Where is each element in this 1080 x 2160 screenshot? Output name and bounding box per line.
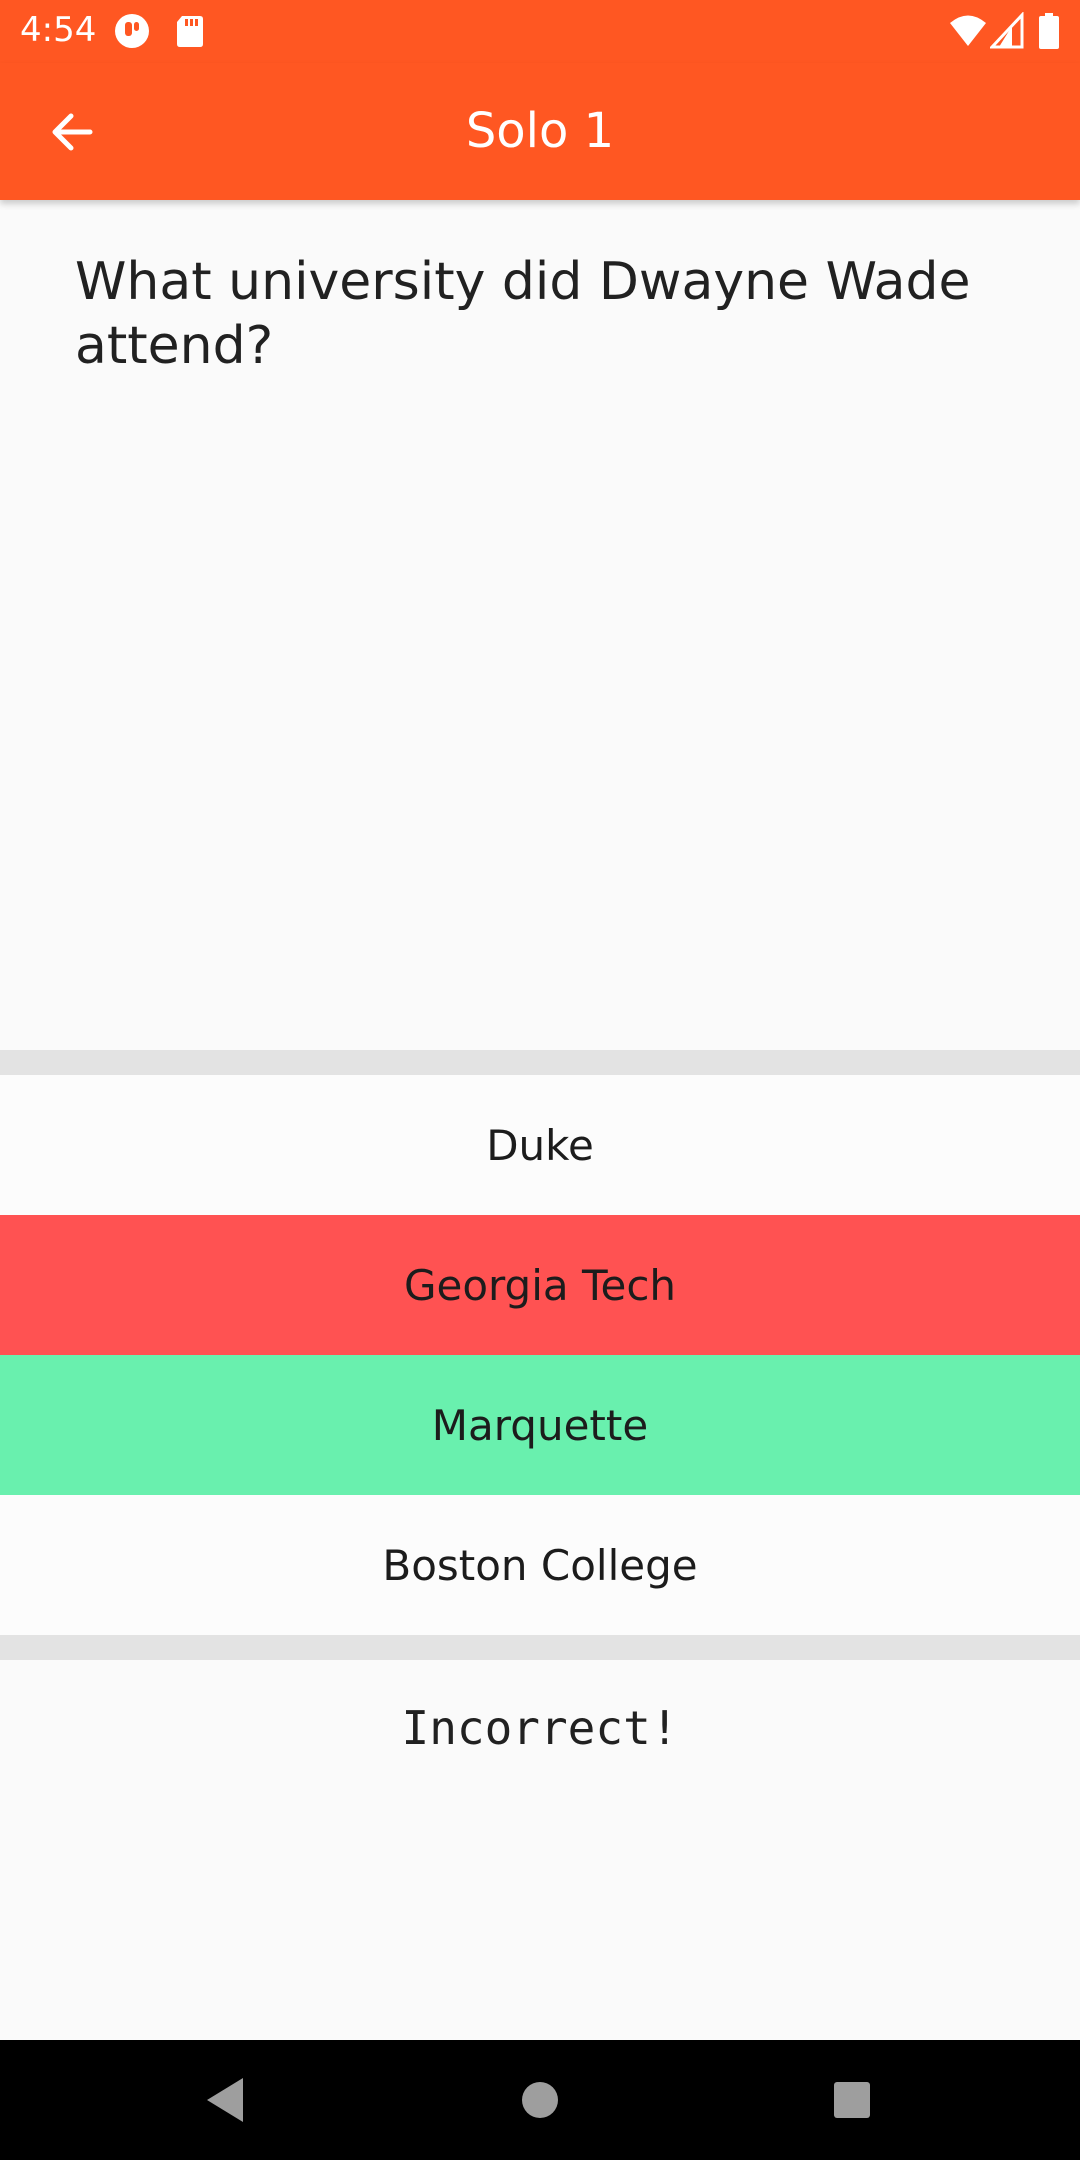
battery-icon bbox=[1039, 13, 1059, 49]
status-time: 4:54 bbox=[20, 10, 97, 50]
navigation-bar bbox=[0, 2040, 1080, 2160]
result-text: Incorrect! bbox=[401, 1701, 679, 1755]
page-title: Solo 1 bbox=[465, 103, 615, 159]
question-text: What university did Dwayne Wade attend? bbox=[75, 252, 971, 376]
wifi-icon bbox=[950, 15, 986, 46]
app-notification-icon bbox=[115, 14, 149, 48]
back-triangle-icon[interactable] bbox=[195, 2070, 255, 2130]
answer-label: Marquette bbox=[431, 1400, 649, 1450]
bottom-divider bbox=[0, 1635, 1080, 1660]
top-divider bbox=[0, 1050, 1080, 1075]
app-bar: Solo 1 bbox=[0, 63, 1080, 200]
answer-option-georgia-tech[interactable]: Georgia Tech bbox=[0, 1215, 1080, 1355]
arrow-back-icon bbox=[52, 113, 93, 151]
cell-signal-icon bbox=[990, 12, 1024, 49]
status-bar: 4:54 bbox=[0, 0, 1080, 63]
answer-label: Boston College bbox=[382, 1540, 698, 1590]
answer-option-duke[interactable]: Duke bbox=[0, 1075, 1080, 1215]
answer-option-boston-college[interactable]: Boston College bbox=[0, 1495, 1080, 1635]
answer-option-marquette[interactable]: Marquette bbox=[0, 1355, 1080, 1495]
answer-label: Duke bbox=[486, 1120, 594, 1170]
recents-square-icon[interactable] bbox=[822, 2070, 882, 2130]
back-button[interactable] bbox=[36, 96, 108, 168]
sd-card-icon bbox=[177, 16, 203, 47]
home-circle-icon[interactable] bbox=[510, 2070, 570, 2130]
answer-label: Georgia Tech bbox=[403, 1260, 677, 1310]
